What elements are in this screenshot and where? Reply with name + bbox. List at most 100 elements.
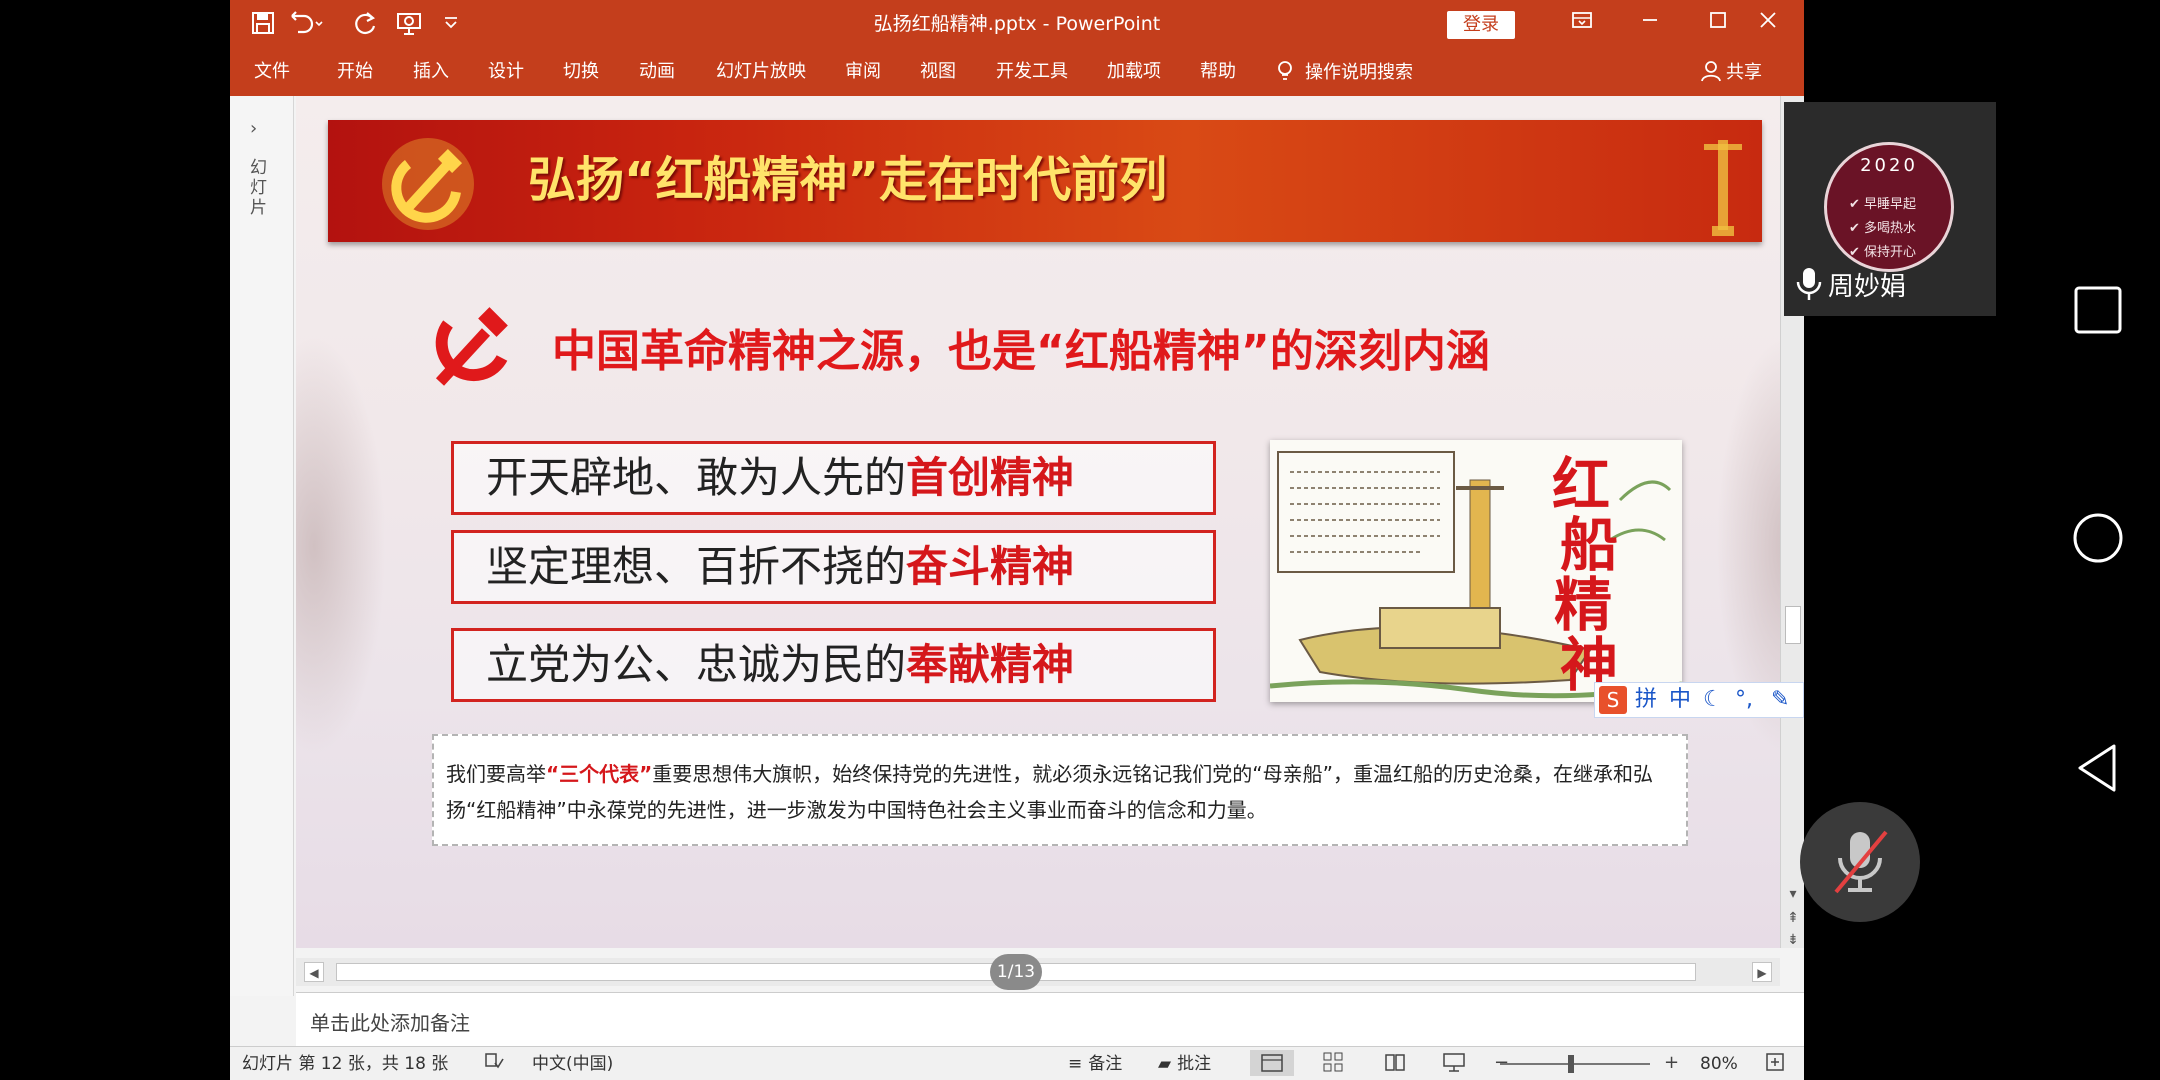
- ribbon-tabs: 文件 开始 插入 设计 切换 动画 幻灯片放映 审阅 视图 开发工具 加载项 帮…: [230, 50, 1804, 96]
- red-boat-drawing: [1270, 451, 1682, 699]
- next-slide-icon[interactable]: ⇟: [1785, 932, 1801, 948]
- previous-slide-icon[interactable]: ⇞: [1785, 910, 1801, 926]
- slide-canvas: 弘扬“红船精神”走在时代前列 中国革命精神之源，也是“红船精神”的深刻内涵 开天…: [296, 96, 1780, 948]
- ornamental-column-icon: [1704, 140, 1742, 236]
- tab-design[interactable]: 设计: [488, 60, 524, 84]
- badge-line: ✔ 多喝热水: [1849, 221, 1917, 236]
- zoom-level[interactable]: 80%: [1700, 1052, 1738, 1076]
- home-icon[interactable]: [2070, 510, 2126, 566]
- slide-sorter-icon[interactable]: [1322, 1051, 1344, 1080]
- wrench-icon[interactable]: ✎: [1771, 683, 1789, 717]
- thumbnail-pane: › 幻灯片: [230, 96, 294, 996]
- slide-heading: 中国革命精神之源，也是“红船精神”的深刻内涵: [552, 326, 1490, 377]
- share-button[interactable]: 共享: [1700, 60, 1762, 85]
- tab-home[interactable]: 开始: [337, 60, 373, 84]
- moon-icon[interactable]: ☾: [1703, 683, 1723, 717]
- point-text: 开天辟地、敢为人先的: [486, 453, 907, 502]
- title-banner[interactable]: 弘扬“红船精神”走在时代前列: [328, 120, 1762, 242]
- tab-slideshow[interactable]: 幻灯片放映: [716, 60, 806, 84]
- scroll-right-icon[interactable]: ▶: [1752, 962, 1772, 982]
- page-indicator: 1/13: [990, 954, 1042, 990]
- point-text: 坚定理想、百折不挠的: [486, 542, 907, 591]
- reading-view-icon[interactable]: [1384, 1051, 1406, 1080]
- zoom-in-icon[interactable]: +: [1664, 1051, 1679, 1075]
- share-label: 共享: [1726, 62, 1762, 83]
- tell-me-search[interactable]: 操作说明搜索: [1275, 60, 1413, 85]
- notes-pane[interactable]: 单击此处添加备注: [296, 992, 1804, 1046]
- red-boat-char: 红: [1552, 451, 1611, 519]
- red-boat-char: 船: [1560, 511, 1619, 579]
- back-icon[interactable]: [2070, 740, 2126, 796]
- badge-line-text: 多喝热水: [1864, 221, 1917, 236]
- scroll-left-icon[interactable]: ◀: [304, 962, 324, 982]
- punctuation-icon[interactable]: °,: [1735, 683, 1753, 717]
- maximize-icon[interactable]: [1698, 8, 1738, 40]
- video-overlay[interactable]: 2020 ✔ 早睡早起 ✔ 多喝热水 ✔ 保持开心 周妙娟: [1784, 102, 1996, 316]
- tab-insert[interactable]: 插入: [413, 60, 449, 84]
- badge-line: ✔ 早睡早起: [1849, 197, 1917, 212]
- login-button[interactable]: 登录: [1447, 11, 1515, 39]
- mute-microphone-button[interactable]: [1800, 802, 1920, 922]
- body-textbox[interactable]: 我们要高举“三个代表”重要思想伟大旗帜，始终保持党的先进性，就必须永远铭记我们党…: [432, 734, 1688, 846]
- body-text-quote: “三个代表”: [546, 762, 653, 786]
- comment-icon: ▰: [1158, 1054, 1172, 1074]
- zoom-slider-thumb[interactable]: [1568, 1055, 1574, 1073]
- red-boat-char: 精: [1554, 571, 1613, 639]
- tab-review[interactable]: 审阅: [845, 60, 881, 84]
- ribbon-display-icon[interactable]: [1562, 8, 1602, 40]
- point-box-dedication[interactable]: 立党为公、忠诚为民的奉献精神: [451, 628, 1216, 702]
- notes-toggle-label: 备注: [1088, 1054, 1123, 1074]
- person-icon: [1701, 61, 1721, 82]
- point-box-pioneering[interactable]: 开天辟地、敢为人先的首创精神: [451, 441, 1216, 515]
- microphone-icon: [1794, 266, 1824, 310]
- badge-year: 2020: [1860, 155, 1918, 176]
- hammer-sickle-icon: [435, 307, 508, 386]
- tell-me-label: 操作说明搜索: [1305, 62, 1413, 83]
- slide[interactable]: 弘扬“红船精神”走在时代前列 中国革命精神之源，也是“红船精神”的深刻内涵 开天…: [296, 96, 1780, 948]
- tab-file[interactable]: 文件: [254, 60, 290, 84]
- fit-to-window-icon[interactable]: [1764, 1051, 1786, 1080]
- great-wall-decoration-left: [296, 336, 386, 756]
- sogou-logo-icon: S: [1599, 686, 1627, 714]
- slideshow-view-icon[interactable]: [1442, 1051, 1466, 1080]
- tab-developer[interactable]: 开发工具: [996, 60, 1068, 84]
- minimize-icon[interactable]: [1630, 8, 1670, 40]
- comments-button[interactable]: ▰ 批注: [1158, 1052, 1211, 1076]
- recent-apps-icon[interactable]: [2070, 282, 2126, 338]
- party-emblem-icon: [382, 138, 474, 230]
- tab-view[interactable]: 视图: [920, 60, 956, 84]
- red-boat-illustration[interactable]: 红 船 精 神: [1270, 440, 1682, 702]
- badge-line: ✔ 保持开心: [1849, 245, 1917, 260]
- title-bar: 弘扬红船精神.pptx - PowerPoint 登录: [230, 0, 1804, 50]
- body-text-part1: 我们要高举: [446, 762, 546, 786]
- scroll-down-icon[interactable]: ▾: [1785, 886, 1801, 902]
- language-indicator[interactable]: 中文(中国): [532, 1052, 613, 1076]
- point-accent: 奋斗精神: [906, 542, 1075, 591]
- vertical-scroll-thumb[interactable]: [1785, 606, 1801, 644]
- thumbnail-pane-label[interactable]: 幻灯片: [250, 158, 272, 218]
- tab-addins[interactable]: 加载项: [1107, 60, 1161, 84]
- normal-view-icon[interactable]: [1250, 1050, 1294, 1076]
- point-text: 立党为公、忠诚为民的: [486, 640, 907, 689]
- badge-line-text: 早睡早起: [1864, 197, 1917, 212]
- participant-name: 周妙娟: [1828, 272, 1907, 302]
- slide-counter: 幻灯片 第 12 张，共 18 张: [242, 1054, 449, 1074]
- ime-toolbar[interactable]: S 拼 中 ☾ °, ✎: [1594, 682, 1804, 718]
- point-accent: 首创精神: [906, 453, 1075, 502]
- ime-pinyin-label[interactable]: 拼: [1635, 683, 1657, 717]
- chevron-right-icon[interactable]: ›: [250, 118, 257, 139]
- ime-chinese-label[interactable]: 中: [1669, 683, 1691, 717]
- status-bar: 幻灯片 第 12 张，共 18 张 中文(中国) ≡备注 ▰批注 − + 80%: [230, 1046, 1804, 1080]
- tab-transitions[interactable]: 切换: [563, 60, 599, 84]
- lightbulb-icon: [1278, 61, 1292, 80]
- zoom-slider[interactable]: [1500, 1063, 1650, 1065]
- tab-help[interactable]: 帮助: [1200, 60, 1236, 84]
- notes-toggle-button[interactable]: ≡ 备注: [1068, 1052, 1122, 1076]
- body-text: 我们要高举“三个代表”重要思想伟大旗帜，始终保持党的先进性，就必须永远铭记我们党…: [446, 756, 1678, 828]
- tab-animations[interactable]: 动画: [639, 60, 675, 84]
- point-accent: 奉献精神: [906, 640, 1075, 689]
- banner-title: 弘扬“红船精神”走在时代前列: [528, 152, 1168, 208]
- close-icon[interactable]: [1748, 8, 1788, 40]
- point-box-struggle[interactable]: 坚定理想、百折不挠的奋斗精神: [451, 530, 1216, 604]
- spellcheck-icon[interactable]: [484, 1051, 504, 1078]
